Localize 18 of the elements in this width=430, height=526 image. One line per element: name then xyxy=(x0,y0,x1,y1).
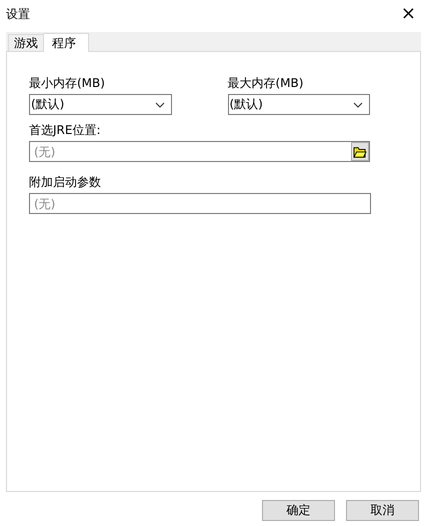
browse-button[interactable] xyxy=(351,142,369,161)
tab[interactable]: 游戏 xyxy=(8,34,44,51)
folder-icon xyxy=(353,146,367,158)
dropdown[interactable]: (默认) xyxy=(228,94,370,115)
close-button[interactable]: × xyxy=(396,4,420,24)
input-field[interactable]: (无) xyxy=(29,193,371,214)
field-label: 最小内存(MB) xyxy=(29,76,106,90)
field-label: 最大内存(MB) xyxy=(228,76,304,90)
chevron-icon xyxy=(353,102,363,108)
tab[interactable]: 程序 xyxy=(43,33,89,52)
window-title: 设置 xyxy=(6,6,30,22)
cancel-button[interactable]: 取消 xyxy=(346,500,419,521)
field-label: 首选JRE位置: xyxy=(29,123,102,137)
field-label: 附加启动参数 xyxy=(29,175,102,189)
input-field[interactable]: (无) xyxy=(29,141,370,162)
dropdown[interactable]: (默认) xyxy=(29,94,172,115)
chevron-icon xyxy=(154,102,164,108)
ok-button[interactable]: 确定 xyxy=(262,500,335,521)
